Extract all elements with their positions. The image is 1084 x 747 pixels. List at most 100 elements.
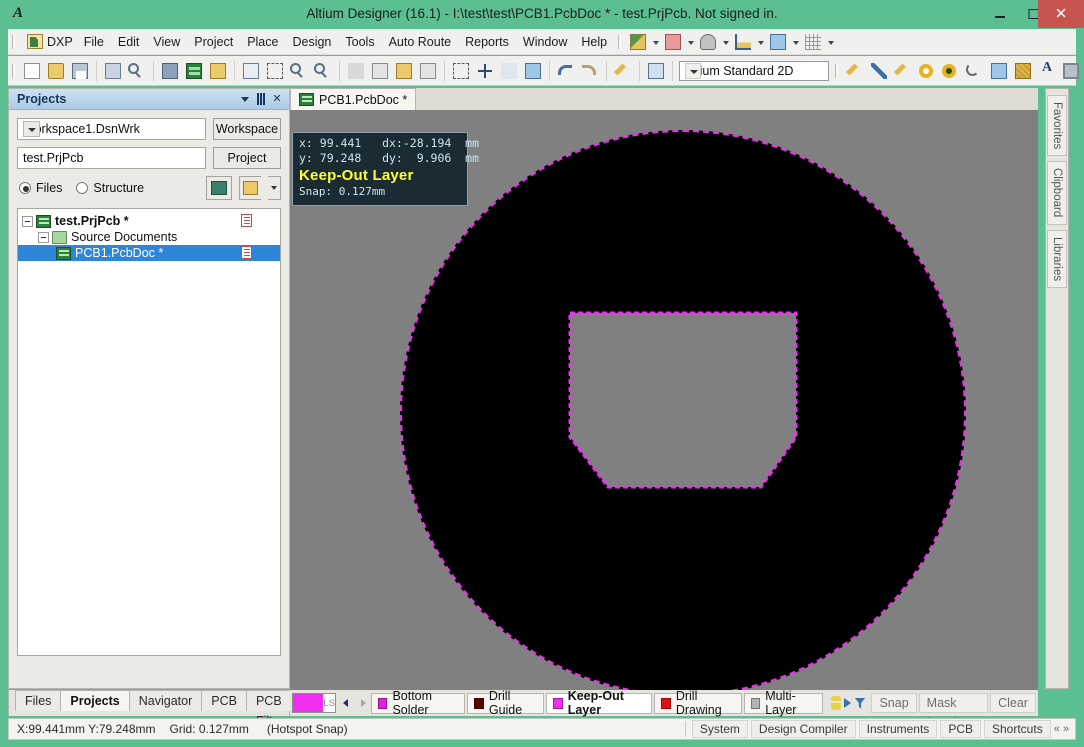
menu-item-window[interactable]: Window [516,32,574,52]
toolbar-grip-utilities[interactable] [616,33,623,51]
status-button-system[interactable]: System [691,720,748,738]
filter-icon[interactable] [854,697,866,709]
layer-stack-icon[interactable] [767,32,789,52]
menu-item-view[interactable]: View [146,32,187,52]
workspace-button[interactable]: Workspace [213,118,281,140]
pcb-board-icon[interactable] [183,61,205,81]
menu-grip[interactable] [10,33,17,51]
menu-item-tools[interactable]: Tools [338,32,381,52]
layer-tab-drill-guide[interactable]: Drill Guide [467,689,545,717]
save-icon[interactable] [69,61,91,81]
tree-node-project[interactable]: test.PrjPcb * [18,213,280,229]
place-pad-icon[interactable] [916,61,938,81]
single-layer-icon[interactable] [844,698,852,708]
find-similar-dropdown-icon[interactable] [720,32,731,52]
next-layer-icon[interactable] [355,693,369,713]
place-arc-icon[interactable] [964,61,986,81]
chevron-down-icon[interactable] [237,91,253,107]
place-track-icon[interactable] [844,61,866,81]
project-tree[interactable]: test.PrjPcb * Source Documents PCB1.PcbD… [17,208,281,656]
grid-icon[interactable] [802,32,824,52]
zoom-filter-icon[interactable] [312,61,334,81]
right-tab-clipboard[interactable]: Clipboard [1047,161,1067,225]
prev-layer-icon[interactable] [338,693,352,713]
find-similar-icon[interactable] [697,32,719,52]
compile-icon[interactable] [206,176,232,200]
move-icon[interactable] [474,61,496,81]
snap-button[interactable]: Snap [871,693,917,713]
paste-special-icon[interactable] [417,61,439,81]
zoom-in-icon[interactable] [288,61,310,81]
align-icon[interactable] [662,32,684,52]
clear-button[interactable]: Clear [990,693,1036,713]
layer-tab-keep-out-layer[interactable]: Keep-Out Layer [546,689,653,717]
menu-item-auto-route[interactable]: Auto Route [382,32,459,52]
open-folder-icon[interactable] [45,61,67,81]
layer-tab-bottom-solder[interactable]: Bottom Solder [370,689,466,717]
dimension-dropdown-icon[interactable] [755,32,766,52]
radio-structure[interactable]: Structure [76,181,144,195]
board-3d-icon[interactable] [159,61,181,81]
place-fill-icon[interactable] [988,61,1010,81]
cross-probe-icon[interactable] [612,61,634,81]
right-tab-favorites[interactable]: Favorites [1047,95,1067,157]
view-configuration-select[interactable]: Altium Standard 2D [679,60,829,81]
close-icon[interactable]: ✕ [269,91,285,107]
select-area-icon[interactable] [450,61,472,81]
status-button-design-compiler[interactable]: Design Compiler [750,720,856,738]
layer-tab-drill-drawing[interactable]: Drill Drawing [654,689,742,717]
tree-node-source-documents[interactable]: Source Documents [18,229,280,245]
cut-icon[interactable] [345,61,367,81]
panel-tab-projects[interactable]: Projects [60,690,130,711]
status-expand-arrows[interactable]: « » [1054,723,1075,735]
chevron-down-icon[interactable] [23,121,40,137]
panel-tab-navigator[interactable]: Navigator [128,690,203,711]
layer-stack-dropdown-icon[interactable] [790,32,801,52]
panel-tab-files[interactable]: Files [15,690,62,711]
jump-icon[interactable] [498,61,520,81]
status-button-instruments[interactable]: Instruments [858,720,938,738]
expander-icon[interactable] [38,231,49,243]
clear-filter-icon[interactable] [522,61,544,81]
menu-item-design[interactable]: Design [285,32,338,52]
menu-item-edit[interactable]: Edit [111,32,147,52]
measure-dropdown-icon[interactable] [650,32,661,52]
menu-item-reports[interactable]: Reports [458,32,516,52]
pcb-canvas[interactable]: x: 99.441 dx:-28.194 mm y: 79.248 dy: 9.… [290,110,1038,716]
print-preview-icon[interactable] [126,61,148,81]
menu-item-dxp[interactable]: DXP [20,31,77,52]
measure-icon[interactable] [627,32,649,52]
layer-tab-multi-layer[interactable]: Multi-Layer [743,689,824,717]
place-line-icon[interactable] [868,61,890,81]
menu-item-file[interactable]: File [77,32,111,52]
zoom-document-icon[interactable] [240,61,262,81]
new-document-icon[interactable] [21,61,43,81]
workspace-select[interactable]: Workspace1.DsnWrk [17,118,206,140]
close-button[interactable]: ✕ [1038,0,1084,28]
copy-icon[interactable] [369,61,391,81]
project-button[interactable]: Project [213,147,281,169]
status-button-pcb[interactable]: PCB [940,720,981,738]
dimension-icon[interactable] [732,32,754,52]
open-project-dropdown-icon[interactable] [268,176,281,200]
place-polygon-icon[interactable] [1012,61,1034,81]
pin-icon[interactable] [253,91,269,107]
zoom-area-icon[interactable] [264,61,286,81]
radio-files[interactable]: Files [19,181,62,195]
grid-dropdown-icon[interactable] [825,32,836,52]
menu-item-help[interactable]: Help [574,32,614,52]
mask-level-button[interactable]: Mask Level [918,693,989,729]
paste-icon[interactable] [393,61,415,81]
place-component-icon[interactable] [1060,61,1082,81]
menu-item-project[interactable]: Project [187,32,240,52]
active-layer-swatch[interactable]: LS [292,693,337,713]
open-project-icon[interactable] [239,176,261,200]
menu-item-place[interactable]: Place [240,32,285,52]
board-cutout-polygon[interactable] [568,310,798,490]
place-string-icon[interactable]: A [1036,60,1058,81]
toolbar-grip-main[interactable] [10,62,17,80]
browse-component-icon[interactable] [645,61,667,81]
status-button-shortcuts[interactable]: Shortcuts [984,720,1051,738]
tree-node-pcb-document[interactable]: PCB1.PcbDoc * [18,245,280,261]
panel-icon[interactable] [207,61,229,81]
